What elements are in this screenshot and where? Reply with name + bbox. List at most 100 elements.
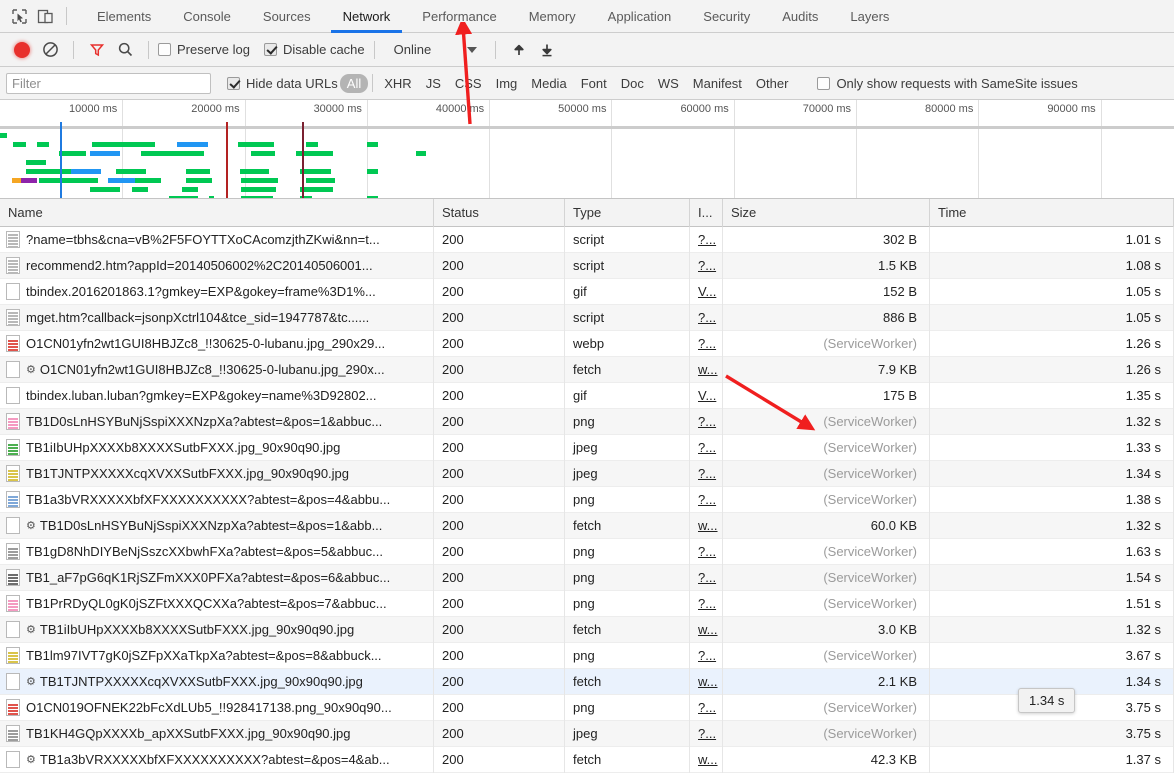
overview-request-bar	[177, 142, 208, 147]
disable-cache-checkbox[interactable]: Disable cache	[263, 42, 365, 57]
column-header-status[interactable]: Status	[434, 198, 565, 227]
initiator-link[interactable]: ?...	[698, 648, 716, 663]
table-row[interactable]: ⚙ TB1a3bVRXXXXXbfXFXXXXXXXXXX?abtest=&pos…	[0, 746, 1174, 773]
filter-type-css[interactable]: CSS	[448, 74, 489, 93]
filter-type-js[interactable]: JS	[419, 74, 448, 93]
table-row[interactable]: ⚙ TB1iIbUHpXXXXb8XXXXSutbFXXX.jpg_90x90q9…	[0, 616, 1174, 643]
column-header-initiator[interactable]: I...	[690, 198, 723, 227]
filter-type-media[interactable]: Media	[524, 74, 573, 93]
filter-input[interactable]	[6, 72, 211, 94]
table-row[interactable]: TB1PrRDyQL0gK0jSZFtXXXQCXXa?abtest=&pos=…	[0, 590, 1174, 617]
network-overview-timeline[interactable]: 10000 ms 20000 ms 30000 ms 40000 ms 50000 ms…	[0, 100, 1174, 199]
initiator-link[interactable]: V...	[698, 388, 716, 403]
initiator-link[interactable]: ?...	[698, 440, 716, 455]
clear-icon[interactable]	[36, 36, 64, 64]
table-row[interactable]: O1CN019OFNEK22bFcXdLUb5_!!928417138.png_…	[0, 694, 1174, 721]
filter-type-all[interactable]: All	[339, 73, 369, 93]
filter-type-doc[interactable]: Doc	[614, 74, 651, 93]
initiator-link[interactable]: ?...	[698, 492, 716, 507]
table-row[interactable]: ⚙ TB1D0sLnHSYBuNjSspiXXXNzpXa?abtest=&pos…	[0, 512, 1174, 539]
initiator-link[interactable]: ?...	[698, 414, 716, 429]
table-row[interactable]: tbindex.luban.luban?gmkey=EXP&gokey=name…	[0, 382, 1174, 409]
image-thumb-icon	[6, 439, 20, 456]
initiator-link[interactable]: ?...	[698, 544, 716, 559]
record-button-icon[interactable]	[8, 36, 36, 64]
tab-memory[interactable]: Memory	[513, 0, 592, 33]
import-har-icon[interactable]	[505, 36, 533, 64]
cell-initiator: ?...	[690, 720, 723, 747]
filter-type-other[interactable]: Other	[749, 74, 796, 93]
initiator-link[interactable]: ?...	[698, 336, 716, 351]
tab-elements[interactable]: Elements	[81, 0, 167, 33]
tab-console[interactable]: Console	[167, 0, 247, 33]
initiator-link[interactable]: ?...	[698, 232, 716, 247]
table-row[interactable]: tbindex.2016201863.1?gmkey=EXP&gokey=fra…	[0, 278, 1174, 305]
initiator-link[interactable]: ?...	[698, 700, 716, 715]
hide-data-urls-box	[227, 76, 240, 90]
initiator-link[interactable]: w...	[698, 518, 718, 533]
column-header-size[interactable]: Size	[723, 198, 930, 227]
filter-type-xhr[interactable]: XHR	[377, 74, 418, 93]
initiator-link[interactable]: ?...	[698, 258, 716, 273]
throttling-select[interactable]: Online	[394, 42, 478, 57]
requests-table-body[interactable]: ?name=tbhs&cna=vB%2F5FOYTTXoCAcomzjthZKw…	[0, 227, 1174, 773]
initiator-link[interactable]: ?...	[698, 596, 716, 611]
table-row[interactable]: recommend2.htm?appId=20140506002%2C20140…	[0, 252, 1174, 279]
cell-time: 1.05 s	[930, 278, 1174, 305]
overview-request-bar	[305, 178, 336, 183]
cell-name: TB1iIbUHpXXXXb8XXXXSutbFXXX.jpg_90x90q90…	[0, 434, 434, 461]
hide-data-urls-checkbox[interactable]: Hide data URLs	[227, 76, 338, 91]
table-row[interactable]: O1CN01yfn2wt1GUI8HBJZc8_!!30625-0-lubanu…	[0, 330, 1174, 357]
tab-performance[interactable]: Performance	[406, 0, 512, 33]
table-row[interactable]: TB1KH4GQpXXXXb_apXXSutbFXXX.jpg_90x90q90…	[0, 720, 1174, 747]
initiator-link[interactable]: w...	[698, 752, 718, 767]
tab-audits[interactable]: Audits	[766, 0, 834, 33]
table-row[interactable]: mget.htm?callback=jsonpXctrl104&tce_sid=…	[0, 304, 1174, 331]
cell-time: 1.32 s	[930, 408, 1174, 435]
column-header-type[interactable]: Type	[565, 198, 690, 227]
overview-ruler: 10000 ms 20000 ms 30000 ms 40000 ms 50000 ms…	[0, 100, 1174, 198]
initiator-link[interactable]: w...	[698, 622, 718, 637]
table-row[interactable]: TB1D0sLnHSYBuNjSspiXXXNzpXa?abtest=&pos=…	[0, 408, 1174, 435]
samesite-issues-checkbox[interactable]: Only show requests with SameSite issues	[817, 76, 1078, 91]
table-row[interactable]: TB1iIbUHpXXXXb8XXXXSutbFXXX.jpg_90x90q90…	[0, 434, 1174, 461]
tab-security[interactable]: Security	[687, 0, 766, 33]
initiator-link[interactable]: w...	[698, 362, 718, 377]
funnel-filter-icon[interactable]	[83, 36, 111, 64]
cell-type: jpeg	[565, 460, 690, 487]
table-row[interactable]: ?name=tbhs&cna=vB%2F5FOYTTXoCAcomzjthZKw…	[0, 227, 1174, 253]
tab-application[interactable]: Application	[592, 0, 688, 33]
inspect-cursor-icon[interactable]	[6, 3, 32, 29]
table-row[interactable]: TB1a3bVRXXXXXbfXFXXXXXXXXXX?abtest=&pos=…	[0, 486, 1174, 513]
column-header-name[interactable]: Name	[0, 198, 434, 227]
table-row[interactable]: TB1TJNTPXXXXXcqXVXXSutbFXXX.jpg_90x90q90…	[0, 460, 1174, 487]
tab-network[interactable]: Network	[327, 0, 407, 33]
table-row[interactable]: ⚙ O1CN01yfn2wt1GUI8HBJZc8_!!30625-0-luban…	[0, 356, 1174, 383]
initiator-link[interactable]: ?...	[698, 466, 716, 481]
search-icon[interactable]	[111, 36, 139, 64]
filter-type-font[interactable]: Font	[574, 74, 614, 93]
cell-size: 7.9 KB	[723, 356, 930, 383]
table-row[interactable]: TB1lm97IVT7gK0jSZFpXXaTkpXa?abtest=&pos=…	[0, 642, 1174, 669]
overview-request-bar	[168, 196, 199, 198]
initiator-link[interactable]: ?...	[698, 570, 716, 585]
device-toolbar-icon[interactable]	[32, 3, 58, 29]
export-har-icon[interactable]	[533, 36, 561, 64]
blank-file-icon	[6, 751, 20, 768]
filter-type-ws[interactable]: WS	[651, 74, 686, 93]
table-row[interactable]: TB1gD8NhDIYBeNjSszcXXbwhFXa?abtest=&pos=…	[0, 538, 1174, 565]
table-row[interactable]: ⚙ TB1TJNTPXXXXXcqXVXXSutbFXXX.jpg_90x90q9…	[0, 668, 1174, 695]
filter-type-manifest[interactable]: Manifest	[686, 74, 749, 93]
tab-sources[interactable]: Sources	[247, 0, 327, 33]
overview-request-bar	[250, 151, 276, 156]
tab-layers[interactable]: Layers	[834, 0, 905, 33]
preserve-log-checkbox[interactable]: Preserve log	[158, 42, 250, 57]
initiator-link[interactable]: ?...	[698, 310, 716, 325]
table-row[interactable]: TB1_aF7pG6qK1RjSZFmXXX0PFXa?abtest=&pos=…	[0, 564, 1174, 591]
initiator-link[interactable]: V...	[698, 284, 716, 299]
initiator-link[interactable]: w...	[698, 674, 718, 689]
cell-time: 3.67 s	[930, 642, 1174, 669]
initiator-link[interactable]: ?...	[698, 726, 716, 741]
filter-type-img[interactable]: Img	[489, 74, 525, 93]
column-header-time[interactable]: Time	[930, 198, 1174, 227]
